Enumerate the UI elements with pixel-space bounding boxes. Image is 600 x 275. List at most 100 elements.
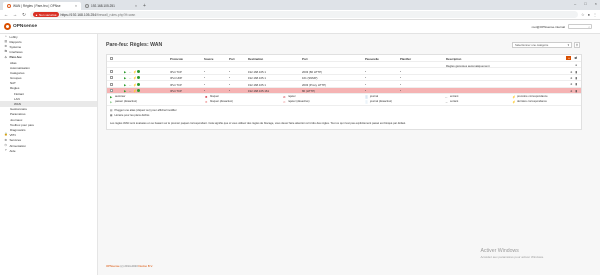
add-rule-button[interactable]: + (566, 56, 572, 61)
close-window-icon[interactable]: × (595, 1, 597, 6)
in-direction-icon: ← (129, 89, 132, 94)
toggle-icon[interactable]: ● (575, 63, 577, 67)
pass-icon[interactable]: ▶ (124, 76, 126, 80)
move-icon[interactable]: ➜ (570, 70, 573, 74)
sidebar-item-label: LAN (14, 96, 20, 101)
pass-icon[interactable]: ▶ (124, 70, 126, 74)
row-tools: ➜ ▮ (570, 76, 577, 80)
in-direction-icon: ← (129, 82, 132, 87)
main-content: Pare-feu: Règles: WAN Sélectionner une c… (98, 34, 600, 275)
note-text: Les règles WAN sont évaluées en se basan… (110, 121, 406, 125)
help-icon: ? (4, 147, 7, 152)
row-checkbox[interactable] (110, 76, 113, 80)
fire-icon: ♨ (4, 54, 8, 59)
toggle-icon[interactable]: ⇄ (574, 56, 577, 60)
rule-protocol: IPv4 TCP (170, 69, 182, 74)
rule-source: * (204, 89, 206, 94)
rule-port: * (229, 69, 231, 74)
rule-schedule: * (400, 76, 402, 81)
sidebar-item-label: Diagnostics (10, 127, 26, 132)
delete-icon[interactable]: ▮ (575, 76, 577, 80)
rule-destination: 192.168.105.1 (248, 76, 266, 81)
sidebar-item-label: Alimentation (9, 143, 27, 148)
rule-destination: 192.168.105.1 (248, 69, 266, 74)
sidebar-item-label: Système (9, 44, 22, 49)
sidebar-item-label: Alias (10, 60, 17, 65)
first-match-icon: ⚡ (512, 94, 516, 99)
close-tab-icon[interactable]: × (135, 4, 137, 8)
browser-tab-active[interactable]: WAN | Règles | Pare-feu | OPNse × (3, 2, 81, 10)
footer: OPNsense (c) 2014-2023 Deciso B.V. (106, 264, 153, 268)
network-icon: ⇆ (4, 49, 7, 54)
log-icon[interactable] (137, 69, 140, 73)
select-all-checkbox[interactable] (110, 56, 113, 60)
sidebar-item-label: Lobby (9, 34, 18, 39)
rule-protocol: IPv4 TCP (170, 89, 182, 94)
rule-destination: 192.168.105.1 (248, 82, 266, 87)
row-tools: ● (575, 63, 577, 67)
rule-destination: 192.168.105.161 (248, 89, 269, 94)
sidebar-item-aide[interactable]: ? Aide (0, 148, 97, 153)
browser-tab[interactable]: 192.168.105.251 × (81, 2, 141, 10)
sidebar-item-label: Interfaces (9, 50, 23, 55)
out-icon: → (445, 99, 448, 104)
user-name[interactable]: root@OPNsense.internal (532, 25, 565, 29)
sidebar-item-label: Règles (10, 86, 20, 91)
star-icon[interactable]: ☆ (581, 12, 585, 17)
minimize-icon[interactable]: – (574, 1, 576, 6)
table-header: Protocole Source Port Destination Port P… (107, 55, 581, 62)
sidebar-item-label: Journaux (10, 117, 23, 122)
sidebar-item-label: VPN (9, 133, 16, 138)
close-tab-icon[interactable]: × (75, 4, 77, 8)
chart-icon: ▥ (4, 39, 8, 44)
sidebar-item-label: Rapports (9, 39, 22, 44)
filter-button[interactable]: ⚲ (574, 42, 580, 48)
row-checkbox[interactable] (110, 89, 113, 93)
log-icon[interactable] (137, 76, 140, 80)
opnsense-logo-icon (4, 23, 11, 30)
back-icon[interactable]: ← (3, 12, 9, 17)
row-checkbox[interactable] (110, 69, 113, 73)
row-tools: ➜ ▮ (570, 70, 577, 74)
pass-icon[interactable]: ▶ (124, 83, 126, 87)
sidebar: ⌂ Lobby ▥ Rapports ⚙ Système ⇆ Interfaces ♨ Pare-… (0, 34, 98, 275)
rule-gateway: * (365, 89, 367, 94)
delete-icon[interactable]: ▮ (575, 82, 577, 86)
url-input[interactable]: ▲ Non sécurisé https://192.168.105.254/f… (30, 11, 578, 18)
chevron-down-icon: ▾ (567, 42, 569, 47)
log-icon[interactable] (137, 89, 140, 93)
rule-dest-port: 2003 (Proxy HTTP) (302, 82, 327, 87)
new-tab-button[interactable]: + (143, 2, 146, 10)
rule-gateway: * (365, 82, 367, 87)
forward-icon[interactable]: → (12, 12, 18, 17)
reload-icon[interactable]: ↻ (21, 12, 27, 18)
rule-source: * (204, 69, 206, 74)
move-icon[interactable]: ➜ (570, 76, 573, 80)
cog-icon: ⚙ (4, 137, 8, 142)
delete-icon[interactable]: ▮ (575, 89, 577, 93)
sidebar-item-label: Services (9, 138, 22, 143)
search-input[interactable]: ⌕ (568, 24, 592, 29)
pass-icon[interactable]: ▶ (124, 89, 126, 93)
sidebar-item-label: Aide (9, 148, 16, 153)
move-icon[interactable]: ➜ (570, 82, 573, 86)
sidebar-item-label: NAT (10, 81, 16, 86)
move-icon[interactable]: ➜ (570, 89, 573, 93)
profile-icon[interactable]: ● (588, 12, 590, 17)
log-icon[interactable] (137, 82, 140, 86)
sidebar-item-label: Pare-feu (9, 55, 22, 60)
category-select[interactable]: Sélectionner une catégorie ▾ (512, 42, 572, 48)
globe-icon (85, 4, 89, 8)
rule-gateway: * (365, 76, 367, 81)
gear-icon: ⚙ (4, 44, 8, 49)
row-checkbox[interactable] (110, 82, 113, 86)
rules-panel: Protocole Source Port Destination Port P… (106, 54, 582, 130)
sidebar-item-label: Groupes (10, 76, 22, 81)
maximize-icon[interactable]: □ (584, 1, 586, 6)
delete-icon[interactable]: ▮ (575, 70, 577, 74)
menu-icon[interactable]: ⋮ (593, 12, 597, 17)
sidebar-item-label: Catégories (10, 70, 25, 75)
insecure-badge[interactable]: ▲ Non sécurisé (33, 12, 59, 17)
rule-protocol: IPv4 UDP (170, 76, 183, 81)
logo[interactable]: OPNsense (0, 23, 37, 30)
